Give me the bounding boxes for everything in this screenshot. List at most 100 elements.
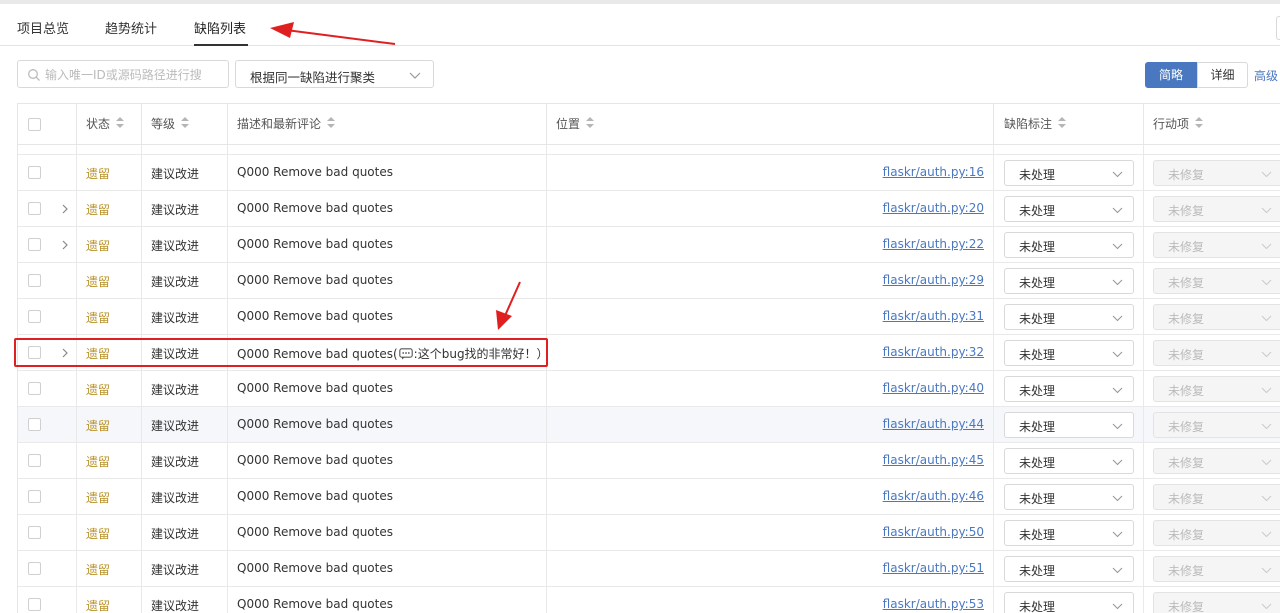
advanced-search-link[interactable]: 高级	[1254, 67, 1278, 84]
description-text: Q000 Remove bad quotes	[237, 561, 393, 575]
toolbar-edge-control[interactable]	[1276, 16, 1280, 40]
mark-select[interactable]: 未处理	[1004, 484, 1134, 510]
tab-trend-stats[interactable]: 趋势统计	[105, 18, 157, 37]
location-link[interactable]: flaskr/auth.py:16	[883, 165, 984, 179]
table-row[interactable]: 遗留 建议改进 Q000 Remove bad quotes flaskr/auth.…	[18, 263, 1280, 299]
table-cell: Q000 Remove bad quotes	[228, 551, 547, 586]
chevron-right-icon[interactable]	[61, 348, 69, 358]
table-cell: Q000 Remove bad quotes	[228, 191, 547, 226]
header-location[interactable]: 位置	[547, 104, 994, 144]
view-detail-button[interactable]: 详细	[1197, 62, 1248, 88]
location-link[interactable]: flaskr/auth.py:51	[883, 561, 984, 575]
location-link[interactable]: flaskr/auth.py:50	[883, 525, 984, 539]
table-row[interactable]: 遗留 建议改进 Q000 Remove bad quotes flaskr/auth.…	[18, 515, 1280, 551]
header-level[interactable]: 等级	[142, 104, 228, 144]
row-checkbox[interactable]	[28, 562, 41, 575]
location-link[interactable]: flaskr/auth.py:45	[883, 453, 984, 467]
table-cell	[18, 515, 77, 550]
table-cell	[18, 587, 77, 613]
location-link[interactable]: flaskr/auth.py:44	[883, 417, 984, 431]
search-box[interactable]	[17, 60, 229, 88]
row-checkbox[interactable]	[28, 310, 41, 323]
mark-select[interactable]: 未处理	[1004, 376, 1134, 402]
comment-icon	[398, 348, 413, 360]
row-checkbox[interactable]	[28, 526, 41, 539]
action-select-value: 未修复	[1168, 168, 1205, 182]
location-link[interactable]: flaskr/auth.py:22	[883, 237, 984, 251]
mark-select[interactable]: 未处理	[1004, 160, 1134, 186]
table-row-partial	[18, 145, 1280, 155]
cluster-select[interactable]: 根据同一缺陷进行聚类	[235, 60, 434, 88]
table-row[interactable]: 遗留 建议改进 Q000 Remove bad quotes flaskr/auth.…	[18, 191, 1280, 227]
row-checkbox[interactable]	[28, 382, 41, 395]
table-row[interactable]: 遗留 建议改进 Q000 Remove bad quotes flaskr/auth.…	[18, 299, 1280, 335]
level-text: 建议改进	[151, 383, 200, 397]
table-cell	[18, 299, 77, 334]
row-checkbox[interactable]	[28, 166, 41, 179]
action-select-value: 未修复	[1168, 456, 1205, 470]
tab-project-overview[interactable]: 项目总览	[17, 18, 69, 37]
row-checkbox[interactable]	[28, 418, 41, 431]
table-row[interactable]: 遗留 建议改进 Q000 Remove bad quotes flaskr/auth.…	[18, 551, 1280, 587]
mark-select-value: 未处理	[1019, 168, 1056, 182]
table-cell: Q000 Remove bad quotes	[228, 299, 547, 334]
row-checkbox[interactable]	[28, 238, 41, 251]
location-link[interactable]: flaskr/auth.py:53	[883, 597, 984, 611]
mark-select-value: 未处理	[1019, 312, 1056, 326]
cell	[18, 145, 77, 154]
mark-select[interactable]: 未处理	[1004, 556, 1134, 582]
search-input[interactable]	[45, 65, 223, 85]
location-link[interactable]: flaskr/auth.py:29	[883, 273, 984, 287]
header-description[interactable]: 描述和最新评论	[228, 104, 547, 144]
table-row[interactable]: 遗留 建议改进 Q000 Remove bad quotes flaskr/auth.…	[18, 443, 1280, 479]
row-checkbox[interactable]	[28, 202, 41, 215]
header-status[interactable]: 状态	[77, 104, 142, 144]
header-action[interactable]: 行动项	[1144, 104, 1280, 144]
location-link[interactable]: flaskr/auth.py:32	[883, 345, 984, 359]
mark-select[interactable]: 未处理	[1004, 304, 1134, 330]
table-cell: 未修复	[1144, 299, 1280, 334]
header-mark[interactable]: 缺陷标注	[994, 104, 1144, 144]
chevron-right-icon[interactable]	[61, 204, 69, 214]
cell	[142, 145, 228, 154]
row-checkbox[interactable]	[28, 274, 41, 287]
table-row[interactable]: 遗留 建议改进 Q000 Remove bad quotes(:这个bug找的非常好…	[18, 335, 1280, 371]
table-row[interactable]: 遗留 建议改进 Q000 Remove bad quotes flaskr/auth.…	[18, 371, 1280, 407]
tab-defect-list[interactable]: 缺陷列表	[194, 18, 246, 37]
location-link[interactable]: flaskr/auth.py:31	[883, 309, 984, 323]
table-row[interactable]: 遗留 建议改进 Q000 Remove bad quotes flaskr/auth.…	[18, 479, 1280, 515]
row-checkbox[interactable]	[28, 454, 41, 467]
mark-select[interactable]: 未处理	[1004, 448, 1134, 474]
status-text: 遗留	[86, 239, 111, 253]
view-simple-button[interactable]: 简略	[1145, 62, 1197, 88]
mark-select[interactable]: 未处理	[1004, 520, 1134, 546]
table-cell: 建议改进	[142, 587, 228, 613]
level-text: 建议改进	[151, 203, 200, 217]
mark-select[interactable]: 未处理	[1004, 412, 1134, 438]
active-tab-underline	[194, 44, 248, 46]
select-all-checkbox[interactable]	[28, 118, 41, 131]
table-cell: flaskr/auth.py:29	[547, 263, 994, 298]
mark-select[interactable]: 未处理	[1004, 268, 1134, 294]
mark-select-value: 未处理	[1019, 276, 1056, 290]
row-checkbox[interactable]	[28, 346, 41, 359]
table-cell: Q000 Remove bad quotes	[228, 587, 547, 613]
mark-select[interactable]: 未处理	[1004, 232, 1134, 258]
table-cell: 建议改进	[142, 479, 228, 514]
mark-select-value: 未处理	[1019, 564, 1056, 578]
location-link[interactable]: flaskr/auth.py:40	[883, 381, 984, 395]
table-row[interactable]: 遗留 建议改进 Q000 Remove bad quotes flaskr/auth.…	[18, 155, 1280, 191]
table-row[interactable]: 遗留 建议改进 Q000 Remove bad quotes flaskr/auth.…	[18, 407, 1280, 443]
row-checkbox[interactable]	[28, 490, 41, 503]
chevron-down-icon	[1112, 351, 1123, 358]
level-text: 建议改进	[151, 239, 200, 253]
table-row[interactable]: 遗留 建议改进 Q000 Remove bad quotes flaskr/auth.…	[18, 587, 1280, 613]
table-row[interactable]: 遗留 建议改进 Q000 Remove bad quotes flaskr/auth.…	[18, 227, 1280, 263]
location-link[interactable]: flaskr/auth.py:20	[883, 201, 984, 215]
location-link[interactable]: flaskr/auth.py:46	[883, 489, 984, 503]
mark-select[interactable]: 未处理	[1004, 340, 1134, 366]
mark-select[interactable]: 未处理	[1004, 196, 1134, 222]
row-checkbox[interactable]	[28, 598, 41, 611]
chevron-right-icon[interactable]	[61, 240, 69, 250]
mark-select[interactable]: 未处理	[1004, 592, 1134, 613]
